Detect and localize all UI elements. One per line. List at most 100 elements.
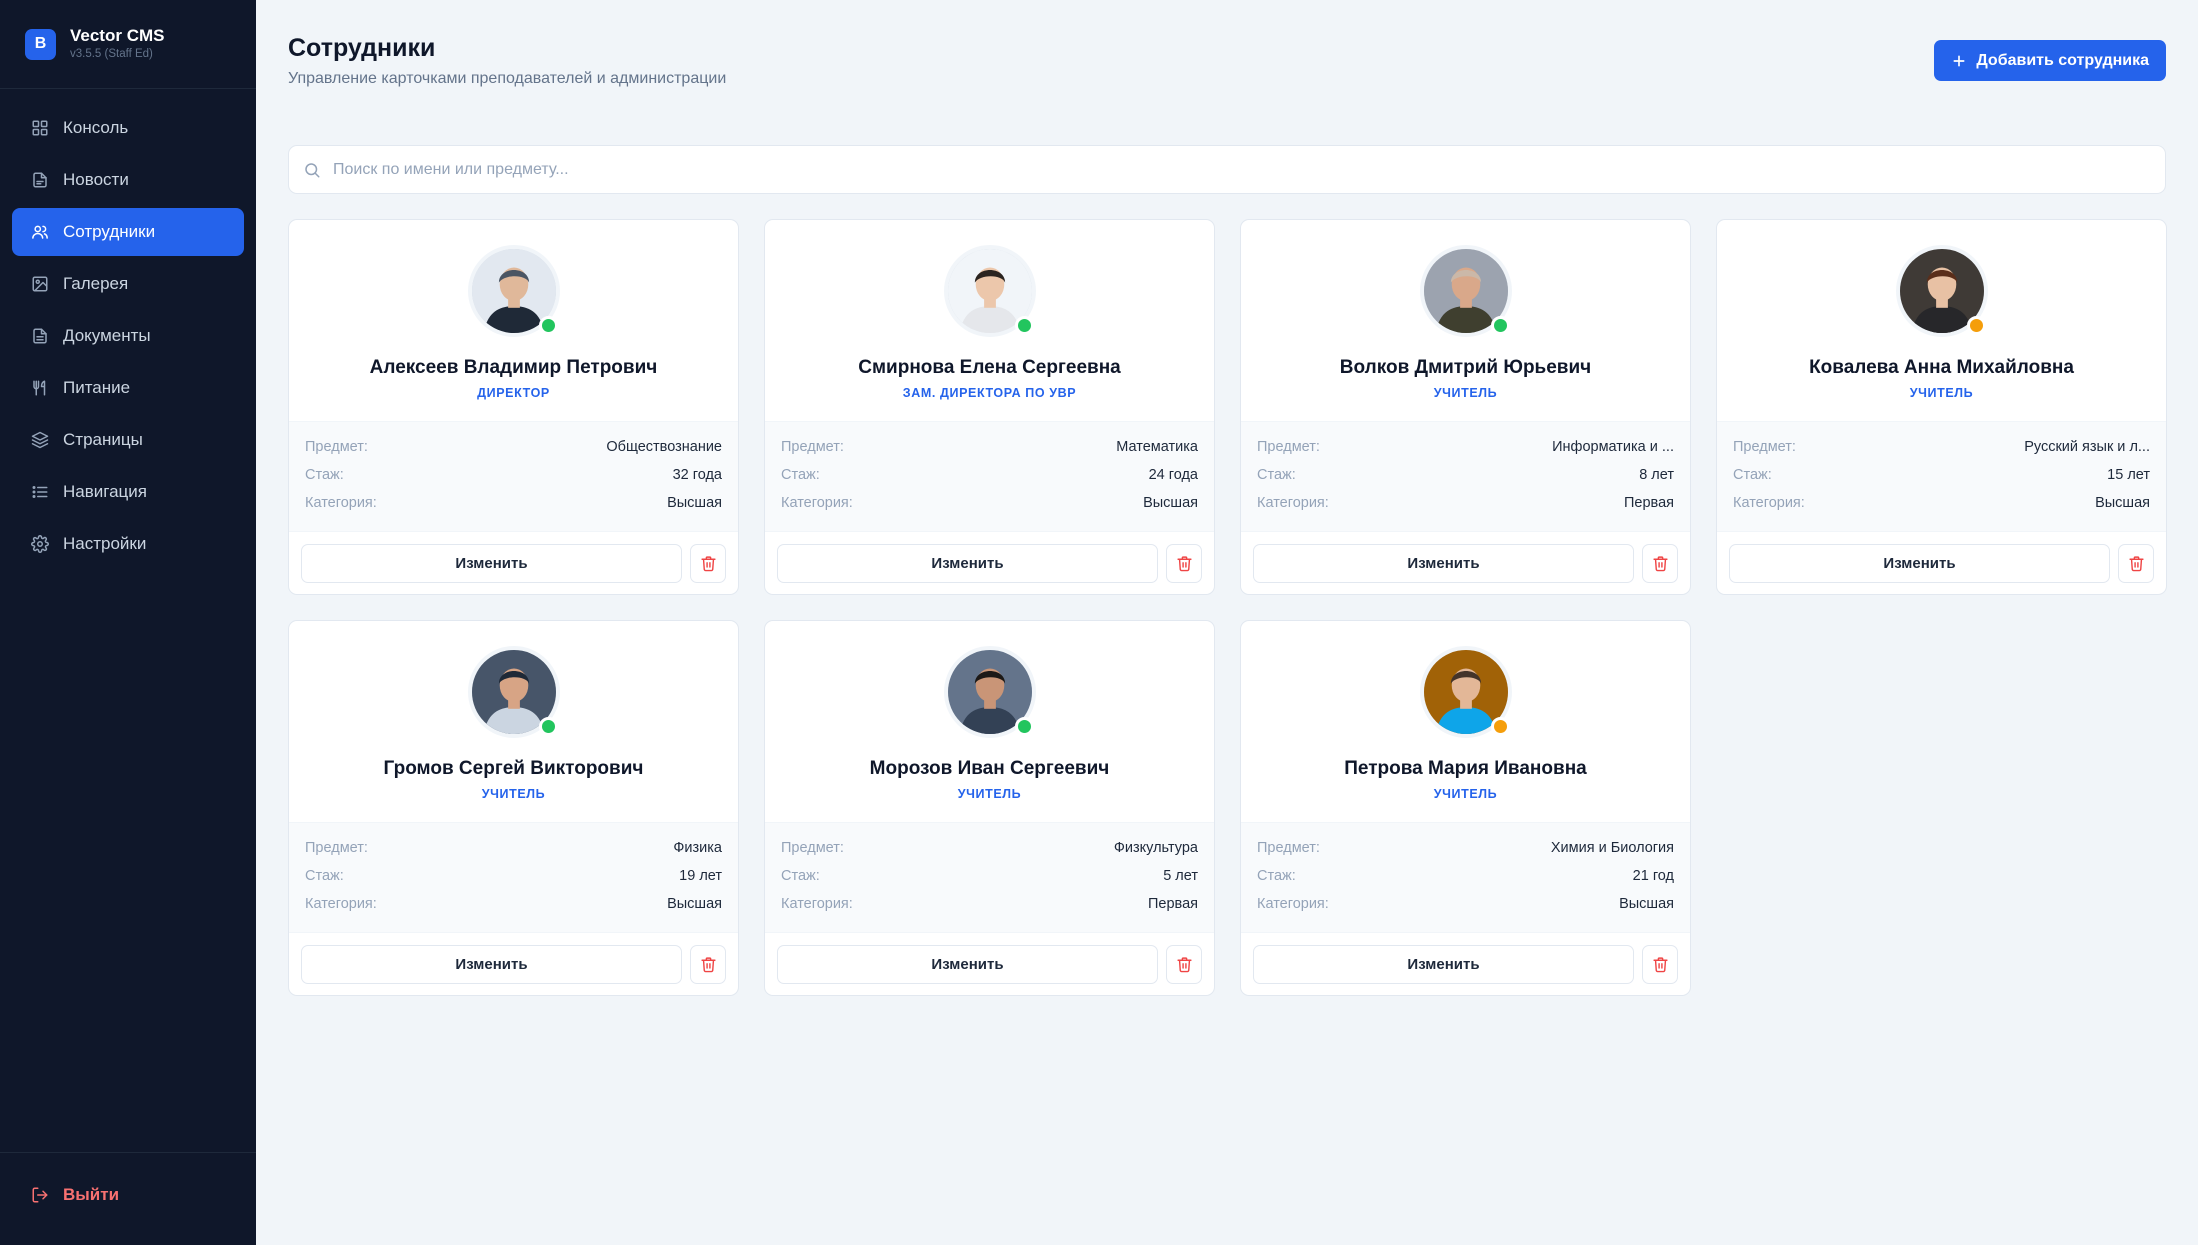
brand-logo: B <box>25 28 56 60</box>
subject-label: Предмет: <box>305 439 368 455</box>
staff-name: Волков Дмитрий Юрьевич <box>1339 357 1592 378</box>
detail-row-subject: Предмет: Русский язык и л... <box>1733 438 2150 457</box>
status-indicator <box>1014 717 1034 736</box>
subject-value: Химия и Биология <box>1550 840 1674 856</box>
sidebar-item-news[interactable]: Новости <box>12 156 244 204</box>
avatar-wrap <box>1895 245 1988 337</box>
detail-row-category: Категория: Высшая <box>1257 895 1674 914</box>
experience-label: Стаж: <box>1257 467 1296 483</box>
sidebar-item-label: Навигация <box>63 482 147 501</box>
staff-card-actions: Изменить <box>765 933 1214 995</box>
detail-row-subject: Предмет: Информатика и ... <box>1257 438 1674 457</box>
sidebar-item-label: Питание <box>63 378 131 397</box>
experience-value: 19 лет <box>679 868 722 884</box>
staff-name: Громов Сергей Викторович <box>383 758 644 779</box>
page-title: Сотрудники <box>288 34 436 62</box>
avatar-wrap <box>1419 245 1512 337</box>
delete-button[interactable] <box>690 543 726 583</box>
staff-role: Директор <box>477 386 550 400</box>
detail-row-subject: Предмет: Физика <box>305 839 722 858</box>
app-root: B Vector CMS v3.5.5 (Staff Ed) Консоль Но… <box>0 0 2198 1245</box>
staff-role: Учитель <box>957 787 1022 801</box>
staff-card-header: Алексеев Владимир Петрович Директор <box>289 220 738 422</box>
utensils-icon <box>33 380 46 396</box>
sidebar-item-dashboard[interactable]: Консоль <box>12 104 244 152</box>
avatar-wrap <box>467 646 560 738</box>
experience-label: Стаж: <box>1733 467 1772 483</box>
staff-role: Учитель <box>481 787 546 801</box>
staff-role: Учитель <box>1433 386 1498 400</box>
sidebar-item-label: Документы <box>63 326 151 345</box>
staff-card-actions: Изменить <box>1241 532 1690 594</box>
trash-icon <box>700 956 716 972</box>
delete-button[interactable] <box>1642 543 1678 583</box>
add-staff-button[interactable]: Добавить сотрудника <box>1934 40 2166 81</box>
experience-value: 5 лет <box>1163 868 1198 884</box>
sidebar-item-label: Консоль <box>63 118 129 137</box>
sidebar-item-utensils[interactable]: Питание <box>12 364 244 412</box>
detail-row-experience: Стаж: 24 года <box>781 466 1198 485</box>
detail-row-subject: Предмет: Обществознание <box>305 438 722 457</box>
main-content: Сотрудники Управление карточками препода… <box>256 0 2198 1245</box>
sidebar-item-gear[interactable]: Настройки <box>12 520 244 568</box>
sidebar-item-document[interactable]: Документы <box>12 312 244 360</box>
edit-button[interactable]: Изменить <box>1729 543 2110 583</box>
edit-button[interactable]: Изменить <box>777 944 1158 984</box>
sidebar-item-users[interactable]: Сотрудники <box>12 208 244 256</box>
staff-name: Морозов Иван Сергеевич <box>869 758 1110 779</box>
detail-row-subject: Предмет: Химия и Биология <box>1257 839 1674 858</box>
staff-card: Смирнова Елена Сергеевна Зам. директора п… <box>764 219 1215 595</box>
category-label: Категория: <box>1257 896 1329 912</box>
edit-button[interactable]: Изменить <box>1253 543 1634 583</box>
brand-name: Vector CMS <box>70 26 165 45</box>
logout-button[interactable]: Выйти <box>12 1171 244 1219</box>
staff-card-header: Волков Дмитрий Юрьевич Учитель <box>1241 220 1690 422</box>
edit-button[interactable]: Изменить <box>301 944 682 984</box>
news-icon <box>33 172 47 188</box>
category-value: Высшая <box>2095 495 2150 511</box>
staff-card-actions: Изменить <box>1717 532 2166 594</box>
detail-row-subject: Предмет: Математика <box>781 438 1198 457</box>
experience-value: 15 лет <box>2107 467 2150 483</box>
trash-icon <box>1176 555 1192 571</box>
subject-label: Предмет: <box>1257 840 1320 856</box>
staff-card: Ковалева Анна Михайловна Учитель Предмет: Р… <box>1716 219 2167 595</box>
subject-value: Информатика и ... <box>1552 439 1674 455</box>
search-input[interactable] <box>333 160 2151 179</box>
experience-label: Стаж: <box>781 467 820 483</box>
detail-row-category: Категория: Первая <box>1257 494 1674 513</box>
delete-button[interactable] <box>1642 944 1678 984</box>
brand-text: Vector CMS v3.5.5 (Staff Ed) <box>70 26 164 62</box>
category-value: Высшая <box>667 896 722 912</box>
detail-row-category: Категория: Первая <box>781 895 1198 914</box>
category-value: Высшая <box>667 495 722 511</box>
experience-label: Стаж: <box>305 467 344 483</box>
staff-name: Смирнова Елена Сергеевна <box>858 357 1121 378</box>
sidebar-footer: Выйти <box>0 1152 256 1245</box>
status-indicator <box>1490 717 1510 736</box>
delete-button[interactable] <box>1166 543 1202 583</box>
subject-label: Предмет: <box>1257 439 1320 455</box>
trash-icon <box>700 555 716 571</box>
delete-button[interactable] <box>690 944 726 984</box>
delete-button[interactable] <box>2118 543 2154 583</box>
experience-label: Стаж: <box>1257 868 1296 884</box>
sidebar-item-label: Новости <box>63 170 129 189</box>
staff-role: Учитель <box>1909 386 1974 400</box>
add-staff-label: Добавить сотрудника <box>1976 51 2149 69</box>
sidebar-item-image[interactable]: Галерея <box>12 260 244 308</box>
sidebar-item-label: Галерея <box>63 274 129 293</box>
staff-role: Зам. директора по УВР <box>902 386 1077 400</box>
edit-button[interactable]: Изменить <box>1253 944 1634 984</box>
edit-button[interactable]: Изменить <box>777 543 1158 583</box>
detail-row-experience: Стаж: 19 лет <box>305 867 722 886</box>
users-icon <box>32 225 48 239</box>
category-label: Категория: <box>781 495 853 511</box>
edit-button[interactable]: Изменить <box>301 543 682 583</box>
logout-label: Выйти <box>63 1185 120 1204</box>
sidebar-item-list[interactable]: Навигация <box>12 468 244 516</box>
avatar-wrap <box>943 245 1036 337</box>
category-label: Категория: <box>781 896 853 912</box>
sidebar-item-layers[interactable]: Страницы <box>12 416 244 464</box>
delete-button[interactable] <box>1166 944 1202 984</box>
